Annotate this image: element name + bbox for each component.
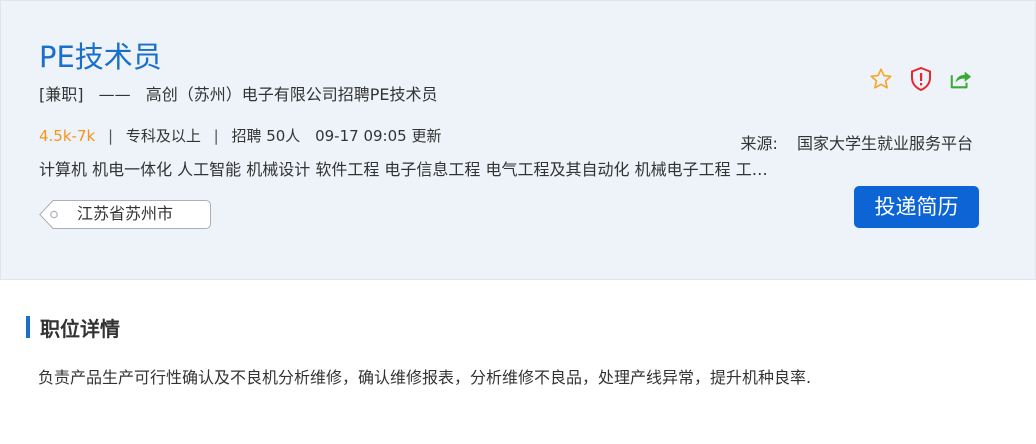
- section-header-job-details: 职位详情: [26, 313, 120, 341]
- job-header-panel: PE技术员 [兼职] —— 高创（苏州）电子有限公司招聘PE技术员 4.5k-7…: [0, 0, 1036, 280]
- company-line: 高创（苏州）电子有限公司招聘PE技术员: [145, 85, 438, 104]
- job-subtitle: [兼职] —— 高创（苏州）电子有限公司招聘PE技术员: [39, 84, 437, 106]
- location-text: 江苏省苏州市: [77, 204, 174, 223]
- job-description: 负责产品生产可行性确认及不良机分析维修，确认维修报表，分析维修不良品，处理产线异…: [38, 368, 812, 387]
- update-label: 更新: [411, 127, 442, 145]
- section-accent-bar: [26, 316, 30, 338]
- job-title: PE技术员: [39, 40, 162, 74]
- update-date: 09-17 09:05: [315, 127, 407, 145]
- education-requirement: 专科及以上: [125, 127, 201, 145]
- source-name: 国家大学生就业服务平台: [796, 134, 973, 153]
- subtitle-dash: ——: [98, 85, 131, 104]
- shield-alert-icon[interactable]: [909, 65, 933, 93]
- location-tag: 江苏省苏州市: [39, 200, 211, 229]
- job-meta-row: 4.5k-7k | 专科及以上 | 招聘 50人 09-17 09:05 更新: [39, 125, 441, 147]
- job-actions: [869, 65, 973, 93]
- source-label: 来源:: [740, 134, 778, 153]
- share-icon[interactable]: [949, 65, 973, 93]
- star-icon[interactable]: [869, 65, 893, 93]
- section-title: 职位详情: [40, 316, 120, 341]
- meta-separator: |: [213, 127, 219, 145]
- headcount: 招聘 50人: [231, 127, 301, 145]
- source-info: 来源: 国家大学生就业服务平台: [740, 133, 973, 155]
- meta-separator: |: [107, 127, 114, 145]
- majors-list: 计算机 机电一体化 人工智能 机械设计 软件工程 电子信息工程 电气工程及其自动…: [39, 160, 768, 179]
- salary: 4.5k-7k: [39, 127, 96, 145]
- job-type: [兼职]: [39, 85, 84, 104]
- apply-resume-button[interactable]: 投递简历: [854, 186, 979, 228]
